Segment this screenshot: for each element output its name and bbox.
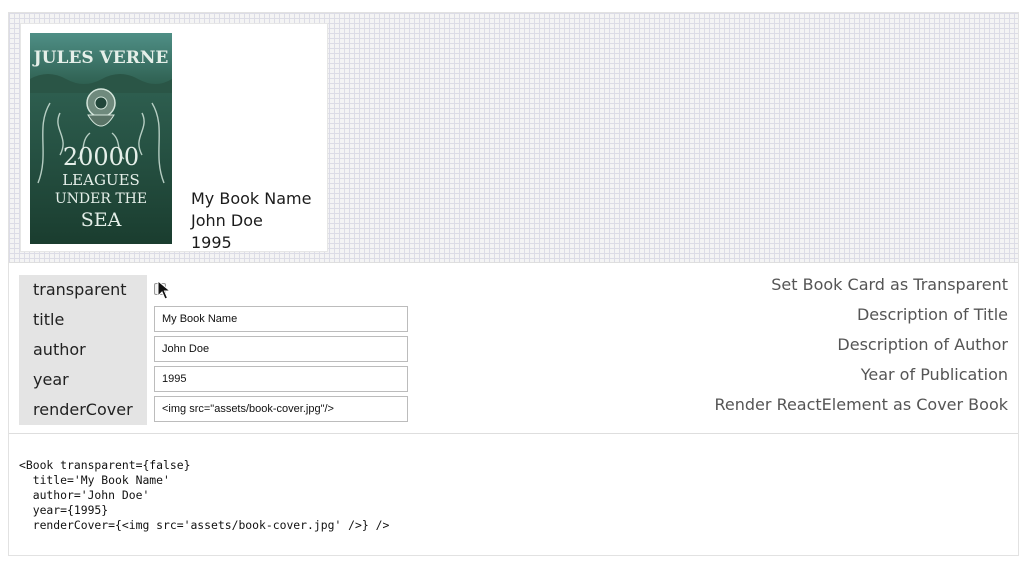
cover-author-text: JULES VERNE xyxy=(32,48,169,68)
book-year: 1995 xyxy=(191,233,232,252)
prop-desc-transparent: Set Book Card as Transparent xyxy=(771,275,1008,294)
prop-name-year: year xyxy=(19,365,147,395)
prop-name-transparent: transparent xyxy=(19,275,147,305)
book-card: JULES VERNE 20000 LEAGUES UNDER THE SEA … xyxy=(20,23,328,252)
prop-name-rendercover: renderCover xyxy=(19,395,147,425)
cover-title-line-1: 20000 xyxy=(63,143,139,171)
book-cover-image: JULES VERNE 20000 LEAGUES UNDER THE SEA xyxy=(30,33,172,244)
year-input[interactable] xyxy=(154,366,408,392)
book-author: John Doe xyxy=(191,211,263,230)
prop-name-title: title xyxy=(19,305,147,335)
title-input[interactable] xyxy=(154,306,408,332)
prop-desc-title: Description of Title xyxy=(856,305,1008,324)
code-snippet: <Book transparent={false} title='My Book… xyxy=(19,458,390,532)
preview-area: JULES VERNE 20000 LEAGUES UNDER THE SEA … xyxy=(9,13,1018,263)
cover-art: JULES VERNE 20000 LEAGUES UNDER THE SEA xyxy=(30,33,172,244)
prop-desc-year: Year of Publication xyxy=(860,365,1008,384)
prop-name-author: author xyxy=(19,335,147,365)
book-title: My Book Name xyxy=(191,189,312,208)
mouse-pointer-icon xyxy=(157,280,171,300)
book-info: My Book Name John Doe 1995 xyxy=(191,188,311,254)
prop-desc-author: Description of Author xyxy=(837,335,1008,354)
author-input[interactable] xyxy=(154,336,408,362)
cover-title-line-2: LEAGUES xyxy=(62,171,140,189)
cover-title-line-4: SEA xyxy=(81,209,122,231)
rendercover-input[interactable] xyxy=(154,396,408,422)
prop-desc-rendercover: Render ReactElement as Cover Book xyxy=(714,395,1008,414)
cover-title-line-3: UNDER THE xyxy=(55,191,147,207)
